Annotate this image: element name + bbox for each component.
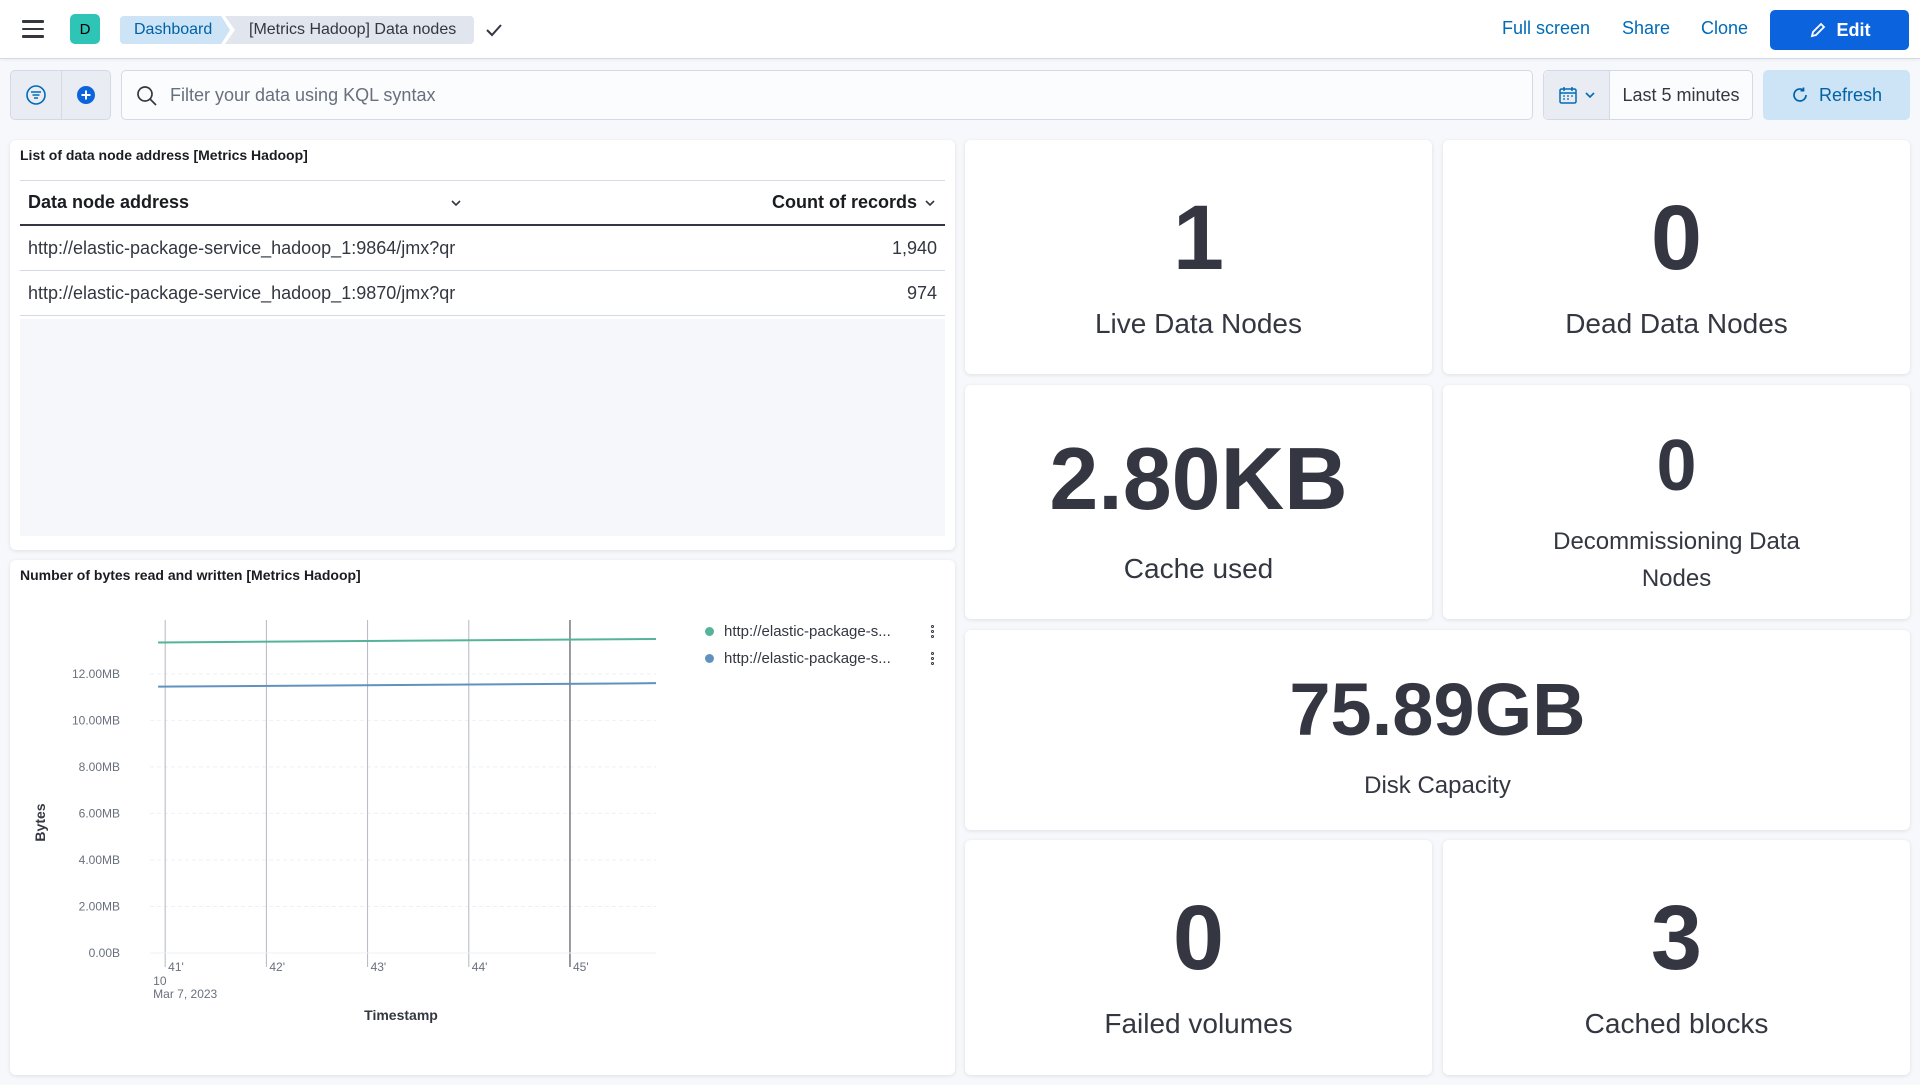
share-link[interactable]: Share xyxy=(1622,18,1670,39)
metric-value: 0 xyxy=(1656,426,1697,506)
series-line xyxy=(158,637,657,644)
legend-dot xyxy=(705,654,714,663)
chart-panel: Number of bytes read and written [Metric… xyxy=(10,560,955,1075)
metric-live-data-nodes: 1 Live Data Nodes xyxy=(965,140,1432,374)
metric-label: Disk Capacity xyxy=(1364,772,1511,799)
metric-label: Decommissioning Data Nodes xyxy=(1553,528,1800,592)
metric-label: Cached blocks xyxy=(1584,1008,1769,1039)
metric-label: Dead Data Nodes xyxy=(1565,308,1788,339)
address-cell[interactable]: http://elastic-package-service_hadoop_1:… xyxy=(20,283,475,304)
x-tick-label: 45' xyxy=(573,960,589,974)
y-tick-label: 2.00MB xyxy=(79,899,120,913)
breadcrumb-current: [Metrics Hadoop] Data nodes xyxy=(225,16,474,44)
filter-menu-icon xyxy=(25,85,46,105)
metric-label: Failed volumes xyxy=(1104,1008,1293,1039)
saved-query-button[interactable] xyxy=(11,71,61,119)
menu-icon[interactable] xyxy=(22,20,44,38)
y-axis-title: Bytes xyxy=(32,803,48,841)
column-label: Data node address xyxy=(28,192,190,212)
count-cell: 1,940 xyxy=(891,237,937,258)
y-tick-label: 6.00MB xyxy=(79,806,120,820)
x-axis-title: Timestamp xyxy=(364,1007,438,1023)
y-tick-label: 12.00MB xyxy=(72,667,120,681)
column-header-address[interactable]: Data node address xyxy=(20,192,475,213)
more-icon[interactable] xyxy=(929,625,935,638)
table-panel: List of data node address [Metrics Hadoo… xyxy=(10,140,955,550)
table-row: http://elastic-package-service_hadoop_1:… xyxy=(20,226,945,271)
y-tick-label: 10.00MB xyxy=(72,713,120,727)
column-header-count[interactable]: Count of records xyxy=(475,192,945,213)
chevron-down-icon xyxy=(925,199,935,206)
space-avatar[interactable]: D xyxy=(70,14,100,44)
x-sub-label: Mar 7, 2023 xyxy=(153,987,217,1001)
filter-actions xyxy=(10,70,111,120)
metric-value: 75.89GB xyxy=(1289,668,1586,751)
metric-value: 3 xyxy=(1650,887,1703,989)
metric-dead-data-nodes: 0 Dead Data Nodes xyxy=(1443,140,1910,374)
panel-title: Number of bytes read and written [Metric… xyxy=(20,567,361,583)
metric-disk-capacity: 75.89GB Disk Capacity xyxy=(965,630,1910,830)
y-tick-label: 8.00MB xyxy=(79,760,120,774)
search-icon xyxy=(137,86,157,106)
legend-label: http://elastic-package-s... xyxy=(724,623,891,640)
chevron-down-icon xyxy=(451,200,461,207)
metric-value: 1 xyxy=(1172,187,1225,289)
metric-decommissioning-data-nodes: 0 Decommissioning Data Nodes xyxy=(1443,385,1910,619)
table-empty-area xyxy=(20,319,945,536)
calendar-icon xyxy=(1558,87,1577,104)
y-tick-label: 4.00MB xyxy=(79,853,120,867)
x-tick-label: 41' xyxy=(168,960,184,974)
plus-circle-icon xyxy=(76,86,95,104)
breadcrumb-dashboard[interactable]: Dashboard xyxy=(120,16,230,44)
table-row: http://elastic-package-service_hadoop_1:… xyxy=(20,271,945,316)
edit-button[interactable]: Edit xyxy=(1770,10,1909,50)
column-label: Count of records xyxy=(771,192,917,212)
metric-cache-used: 2.80KB Cache used xyxy=(965,385,1432,619)
y-tick-label: 0.00B xyxy=(89,946,120,960)
kql-search-bar xyxy=(121,70,1533,120)
table-header: Data node address Count of records xyxy=(20,180,945,226)
legend-label: http://elastic-package-s... xyxy=(724,650,891,667)
date-picker: Last 5 minutes xyxy=(1543,70,1753,120)
chevron-down-icon xyxy=(1584,92,1595,99)
x-sub-label: 10 xyxy=(153,974,167,988)
legend-dot xyxy=(705,627,714,636)
metric-value: 0 xyxy=(1650,187,1703,289)
metric-cached-blocks: 3 Cached blocks xyxy=(1443,840,1910,1075)
top-header: D Dashboard [Metrics Hadoop] Data nodes … xyxy=(0,0,1920,59)
count-cell: 974 xyxy=(906,282,937,303)
refresh-button-label: Refresh xyxy=(1818,84,1883,105)
data-table: Data node address Count of records http:… xyxy=(20,180,945,316)
x-tick-label: 44' xyxy=(472,960,488,974)
line-chart: 0.00B 2.00MB 4.00MB 6.00MB 8.00MB 10.00MB 12.0… xyxy=(32,620,657,1023)
add-filter-button[interactable] xyxy=(60,71,111,119)
full-screen-link[interactable]: Full screen xyxy=(1502,18,1590,39)
refresh-icon xyxy=(1793,87,1807,102)
metric-label: Live Data Nodes xyxy=(1094,308,1302,339)
edit-button-label: Edit xyxy=(1836,19,1871,40)
x-tick-label: 42' xyxy=(269,960,285,974)
metric-value: 2.80KB xyxy=(1049,429,1348,528)
time-range-display[interactable]: Last 5 minutes xyxy=(1610,71,1752,119)
metric-value: 0 xyxy=(1172,887,1225,989)
quick-select-button[interactable] xyxy=(1544,71,1610,119)
legend-item[interactable]: http://elastic-package-s... xyxy=(705,645,935,672)
panel-title: List of data node address [Metrics Hadoo… xyxy=(20,147,308,163)
metric-label: Cache used xyxy=(1123,553,1274,584)
search-input[interactable] xyxy=(170,71,1520,119)
series-line xyxy=(158,682,657,688)
address-cell[interactable]: http://elastic-package-service_hadoop_1:… xyxy=(20,238,475,259)
chart-legend: http://elastic-package-s... http://elast… xyxy=(705,618,935,672)
more-icon[interactable] xyxy=(929,652,935,665)
metric-failed-volumes: 0 Failed volumes xyxy=(965,840,1432,1075)
pencil-icon xyxy=(1810,22,1825,38)
refresh-button[interactable]: Refresh xyxy=(1763,70,1910,120)
check-icon[interactable] xyxy=(484,20,504,40)
clone-link[interactable]: Clone xyxy=(1701,18,1748,39)
x-tick-label: 43' xyxy=(371,960,387,974)
legend-item[interactable]: http://elastic-package-s... xyxy=(705,618,935,645)
